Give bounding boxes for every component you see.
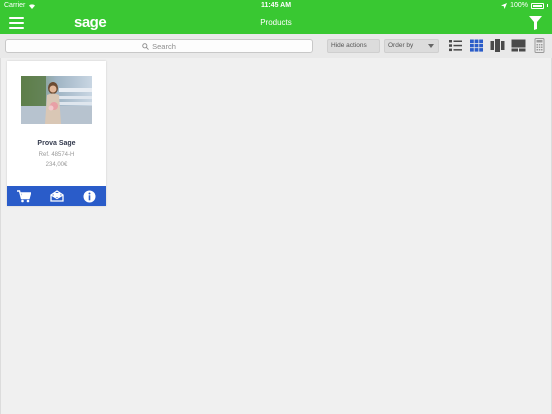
- order-by-label: Order by: [388, 42, 414, 49]
- info-icon: [83, 190, 96, 202]
- list-view-icon[interactable]: [448, 38, 463, 53]
- product-grid: Prova Sage Ref. 48574-H 234,00€: [0, 58, 552, 414]
- battery-tip: [547, 4, 548, 7]
- columns-view-icon[interactable]: [490, 38, 505, 53]
- product-name: Prova Sage: [37, 140, 76, 147]
- search-placeholder: Search: [152, 41, 176, 51]
- add-to-cart-button[interactable]: [7, 186, 40, 206]
- status-bar: Carrier 11:45 AM 100%: [0, 0, 552, 12]
- cart-icon: [16, 189, 31, 202]
- battery-icon: [531, 2, 544, 9]
- search-input[interactable]: Search: [5, 39, 313, 53]
- battery-percent: 100%: [510, 2, 528, 9]
- calculator-icon[interactable]: [532, 38, 547, 53]
- product-price: 234,00€: [45, 162, 68, 168]
- funnel-filter-icon[interactable]: [529, 16, 542, 30]
- search-icon: [142, 42, 149, 50]
- page-title: Products: [260, 18, 292, 27]
- order-by-dropdown[interactable]: Order by: [384, 39, 439, 53]
- location-arrow-icon: [501, 2, 508, 9]
- hide-actions-label: Hide actions: [331, 42, 367, 49]
- grid-view-icon[interactable]: [469, 38, 484, 53]
- product-ref: Ref. 48574-H: [38, 152, 75, 158]
- product-image: [21, 76, 92, 124]
- tiles-view-icon[interactable]: [511, 38, 526, 53]
- product-card[interactable]: Prova Sage Ref. 48574-H 234,00€: [7, 61, 106, 206]
- toolbar: Search Hide actions Order by: [0, 34, 552, 58]
- product-actions-bar: [7, 186, 106, 206]
- chevron-down-icon: [428, 44, 434, 48]
- status-right: 100%: [501, 2, 548, 9]
- email-icon: [49, 190, 64, 202]
- status-time: 11:45 AM: [260, 2, 292, 9]
- nav-bar: sage Products: [0, 12, 552, 34]
- hide-actions-button[interactable]: Hide actions: [327, 39, 380, 53]
- email-button[interactable]: [40, 186, 73, 206]
- info-button[interactable]: [73, 186, 106, 206]
